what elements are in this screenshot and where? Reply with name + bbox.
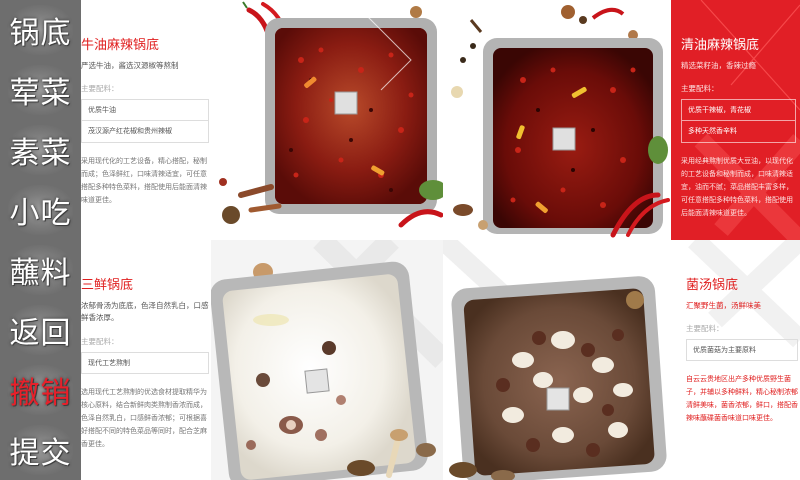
sidebar-item-label: 素菜 <box>9 136 72 171</box>
ingredient-item: 优质牛油 <box>81 99 209 121</box>
sidebar-item-dipping-sauce[interactable]: 蘸料 <box>0 240 81 300</box>
sidebar-item-vegetables[interactable]: 素菜 <box>0 120 81 180</box>
ingredient-item: 优质菌菇为主要原料 <box>686 339 798 361</box>
card-info: 菌汤锅底 汇聚野生菌，汤鲜味美 主要配料： 优质菌菇为主要原料 自云云贵地区出产… <box>686 274 798 425</box>
soup-card-butter-spicy[interactable]: 牛油麻辣锅底 严选牛油，酱选汉源椒等熬制 主要配料： 优质牛油 茂汉源产红花椒和… <box>81 0 443 240</box>
sidebar-item-soup-base[interactable]: 锅底 <box>0 0 81 60</box>
card-tagline: 浓郁骨汤为底底，色泽自然乳白，口感鲜香浓厚。 <box>81 301 209 322</box>
sidebar-item-meat[interactable]: 荤菜 <box>0 60 81 120</box>
card-description: 采用经典熬制优质大豆油，以现代化的工艺设备和秘制而成，口味清辣适宜，油而不腻；菜… <box>681 157 793 217</box>
undo-button[interactable]: 撤销 <box>0 360 81 420</box>
ingredient-item: 多种天然香辛料 <box>681 121 796 143</box>
category-sidebar: 锅底 荤菜 素菜 小吃 蘸料 返回 撤销 提交 <box>0 0 81 480</box>
card-info: 牛油麻辣锅底 严选牛油，酱选汉源椒等熬制 主要配料： 优质牛油 茂汉源产红花椒和… <box>81 34 209 207</box>
ingredients-label: 主要配料： <box>81 84 119 93</box>
ingredients-label: 主要配料： <box>686 324 724 333</box>
ingredients-label: 主要配料： <box>681 84 719 93</box>
card-description: 选用现代工艺熬制的优选食材提取精华为核心原料，结合新鲜肉类熬制香浓而成，色泽自然… <box>81 388 207 448</box>
sidebar-item-label: 提交 <box>9 436 72 471</box>
card-info: 三鲜锅底 浓郁骨汤为底底，色泽自然乳白，口感鲜香浓厚。 主要配料： 现代工艺熬制… <box>81 274 209 451</box>
card-title: 菌汤锅底 <box>686 278 739 293</box>
sidebar-item-label: 锅底 <box>9 16 72 51</box>
menu-screen: 锅底 荤菜 素菜 小吃 蘸料 返回 撤销 提交 牛油麻辣锅底 严选牛油，酱选汉源… <box>0 0 800 480</box>
card-tagline: 汇聚野生菌，汤鲜味美 <box>686 301 761 310</box>
sidebar-item-label: 撤销 <box>9 376 72 411</box>
soup-card-three-delicacies[interactable]: 三鲜锅底 浓郁骨汤为底底，色泽自然乳白，口感鲜香浓厚。 主要配料： 现代工艺熬制… <box>81 240 443 480</box>
back-button[interactable]: 返回 <box>0 300 81 360</box>
butter-spicy-pot-photo <box>219 1 443 228</box>
sidebar-item-label: 荤菜 <box>9 76 72 111</box>
card-title: 牛油麻辣锅底 <box>81 38 160 53</box>
card-description: 采用现代化的工艺设备，精心搭配，秘制而成；色泽鲜红，口味清辣适宜，可任意搭配多种… <box>81 157 207 204</box>
card-info-panel: 清油麻辣锅底 精选菜籽油，香辣过瘾 主要配料： 优质干辣椒，青花椒 多种天然香辛… <box>671 0 800 240</box>
card-description: 自云云贵地区出产多种优质野生菌子，并辅以多种鲜料，精心秘制浓郁清鲜美味，菌香浓郁… <box>686 375 798 422</box>
ingredient-item: 优质干辣椒，青花椒 <box>681 99 796 121</box>
ingredient-item: 现代工艺熬制 <box>81 352 209 374</box>
clear-oil-spicy-pot-photo <box>451 5 670 238</box>
three-delicacies-pot-photo <box>211 240 443 480</box>
sidebar-item-label: 小吃 <box>9 196 72 231</box>
ingredients-label: 主要配料： <box>81 337 119 346</box>
ingredient-item: 茂汉源产红花椒和贵州辣椒 <box>81 121 209 143</box>
sidebar-item-label: 返回 <box>9 316 72 351</box>
card-tagline: 严选牛油，酱选汉源椒等熬制 <box>81 61 179 70</box>
soup-card-mushroom[interactable]: 菌汤锅底 汇聚野生菌，汤鲜味美 主要配料： 优质菌菇为主要原料 自云云贵地区出产… <box>443 240 800 480</box>
card-info: 清油麻辣锅底 精选菜籽油，香辣过瘾 主要配料： 优质干辣椒，青花椒 多种天然香辛… <box>681 34 796 220</box>
sidebar-item-label: 蘸料 <box>9 256 72 291</box>
submit-button[interactable]: 提交 <box>0 420 81 480</box>
soup-card-clear-oil-spicy[interactable]: 清油麻辣锅底 精选菜籽油，香辣过瘾 主要配料： 优质干辣椒，青花椒 多种天然香辛… <box>443 0 800 240</box>
card-tagline: 精选菜籽油，香辣过瘾 <box>681 61 756 70</box>
card-title: 三鲜锅底 <box>81 278 134 293</box>
sidebar-item-snacks[interactable]: 小吃 <box>0 180 81 240</box>
mushroom-pot-photo <box>443 240 667 480</box>
card-title: 清油麻辣锅底 <box>681 38 760 53</box>
